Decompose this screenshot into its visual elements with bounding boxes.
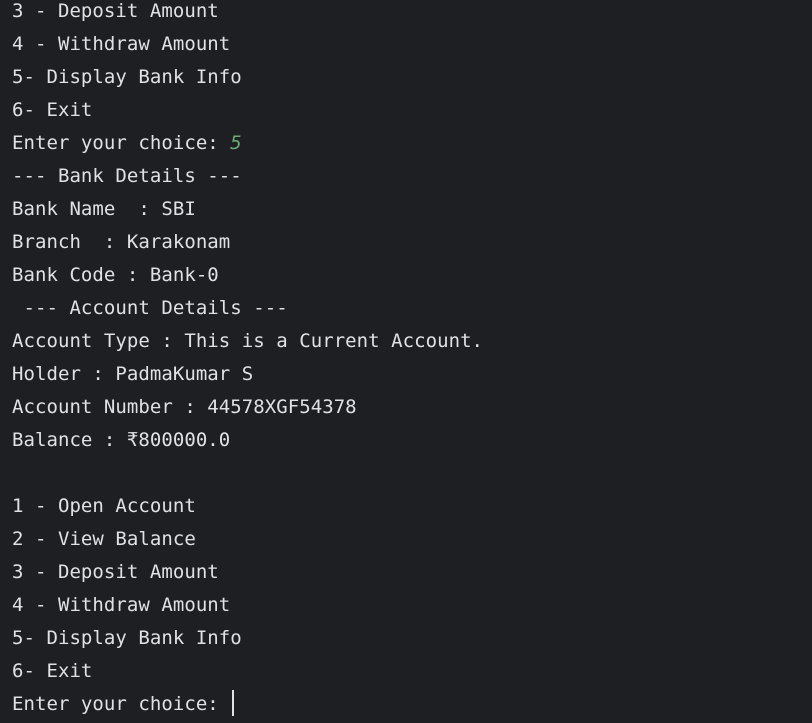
branch-line: Branch : Karakonam [12, 231, 231, 253]
account-details-header: --- Account Details --- [12, 297, 288, 319]
choice-prompt-active[interactable]: Enter your choice: [12, 688, 235, 721]
menu-option: 3 - Deposit Amount [12, 0, 219, 22]
menu-option: 6- Exit [12, 99, 93, 121]
holder-line: Holder : PadmaKumar S [12, 363, 254, 385]
menu-option: 6- Exit [12, 660, 93, 682]
menu-option: 4 - Withdraw Amount [12, 33, 231, 55]
menu-option: 5- Display Bank Info [12, 627, 242, 649]
prompt-text: Enter your choice: [12, 693, 231, 715]
user-input-value: 5 [230, 132, 242, 154]
bank-name-line: Bank Name : SBI [12, 198, 196, 220]
choice-prompt: Enter your choice: 5 [12, 127, 242, 160]
prompt-text: Enter your choice: [12, 132, 231, 154]
account-number-line: Account Number : 44578XGF54378 [12, 396, 357, 418]
menu-option: 3 - Deposit Amount [12, 561, 219, 583]
menu-option: 5- Display Bank Info [12, 66, 242, 88]
menu-option: 4 - Withdraw Amount [12, 594, 231, 616]
balance-line: Balance : ₹800000.0 [12, 429, 231, 451]
menu-option: 2 - View Balance [12, 528, 196, 550]
bank-details-header: --- Bank Details --- [12, 165, 242, 187]
account-type-line: Account Type : This is a Current Account… [12, 330, 484, 352]
text-cursor[interactable] [232, 689, 235, 716]
console-output[interactable]: 3 - Deposit Amount 4 - Withdraw Amount 5… [0, 0, 812, 723]
menu-option: 1 - Open Account [12, 495, 196, 517]
bank-code-line: Bank Code : Bank-0 [12, 264, 219, 286]
